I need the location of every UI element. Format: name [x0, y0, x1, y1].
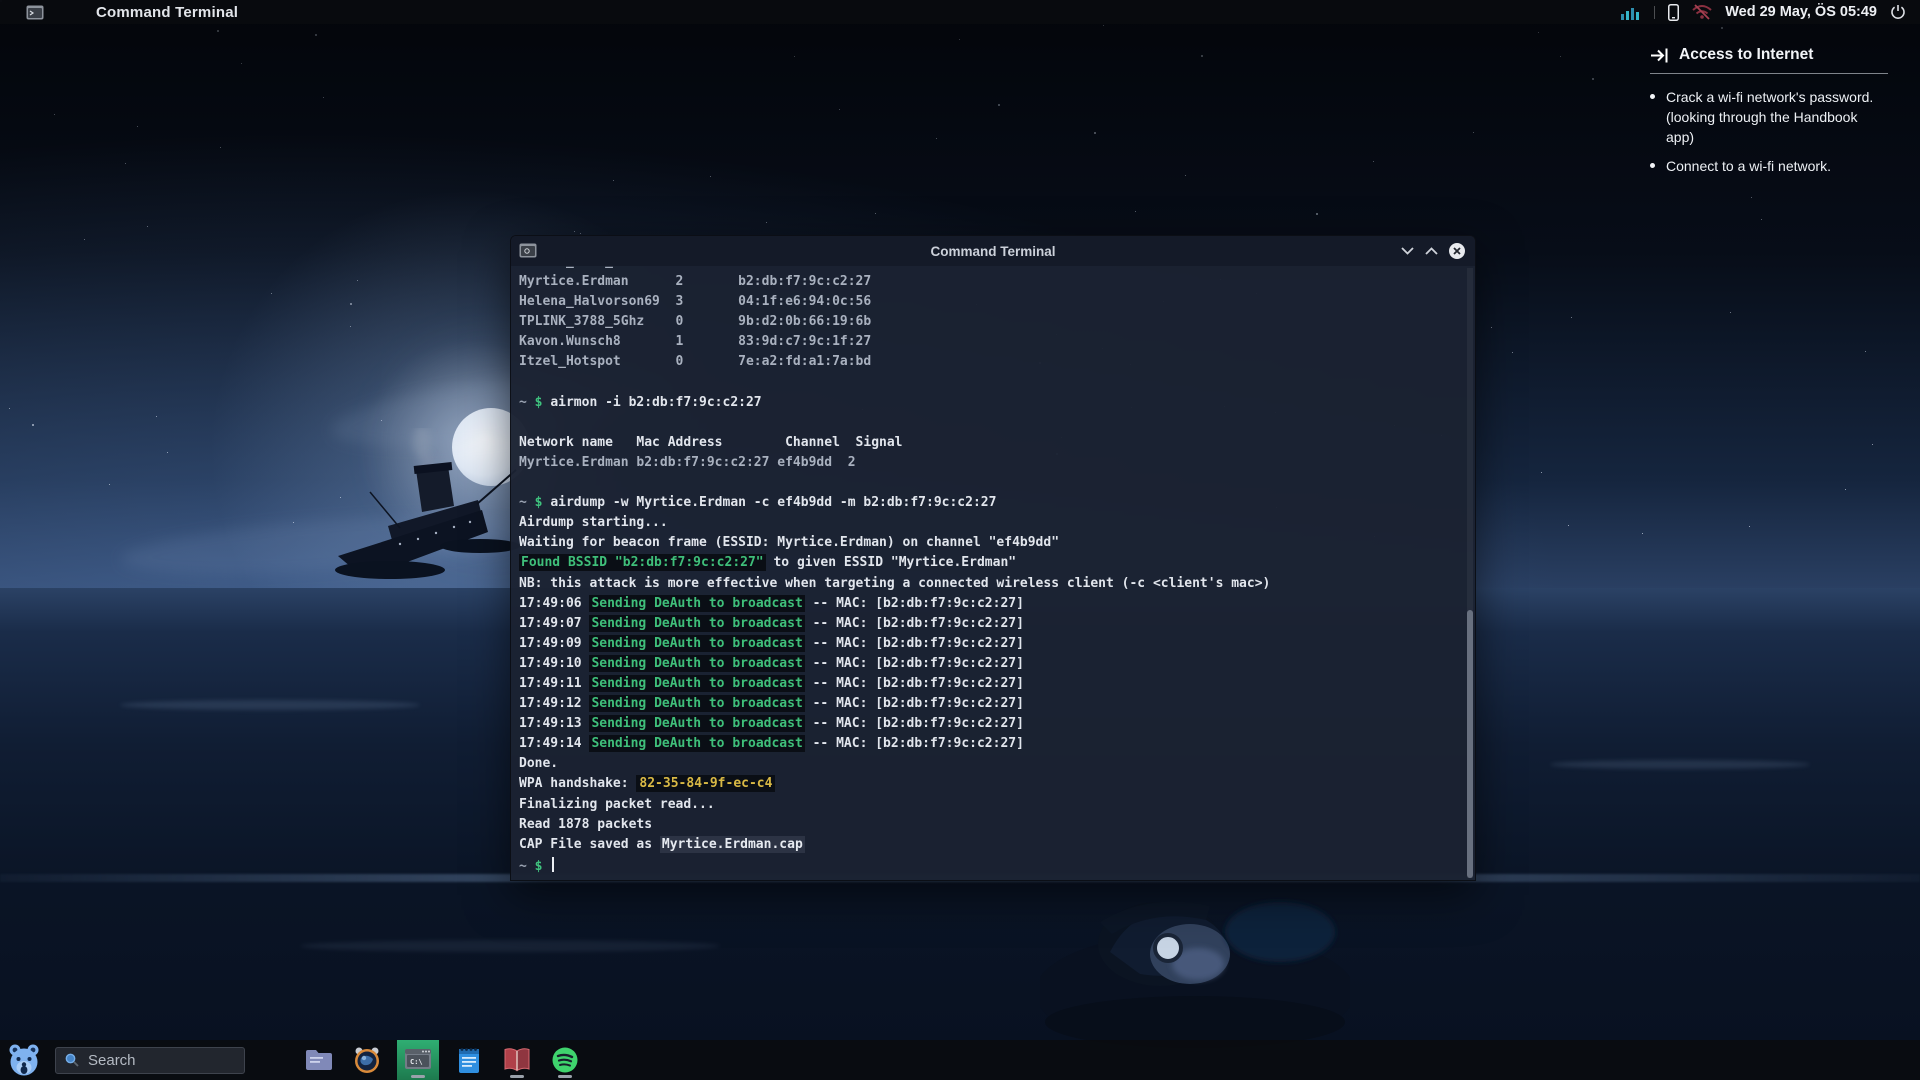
- terminal-line: Kavon.Wunsch8 1 83:9d:c7:9c:1f:27: [519, 334, 872, 350]
- terminal-line: Helena_Halvorson69 3 04:1f:e6:94:0c:56: [519, 294, 872, 310]
- terminal-line: ~ $ airmon -i b2:db:f7:9c:c2:27: [519, 394, 762, 410]
- terminal-line: TPLINK_3788_5Ghz 0 9b:d2:0b:66:19:6b: [519, 314, 872, 330]
- active-app-title: Command Terminal: [96, 3, 239, 21]
- objective-title: Access to Internet: [1679, 46, 1814, 63]
- folder-icon: [306, 1050, 332, 1070]
- terminal-line: 17:49:14 Sending DeAuth to broadcast -- …: [519, 735, 1024, 753]
- bullet: [1650, 163, 1655, 168]
- power-icon[interactable]: [1890, 4, 1906, 20]
- window-title: Command Terminal: [930, 243, 1056, 259]
- running-indicator: [558, 1075, 572, 1078]
- clock: Wed 29 May, ÖS 05:49: [1725, 4, 1877, 20]
- scrollbar-track[interactable]: [1467, 268, 1473, 878]
- book-icon: [504, 1048, 530, 1072]
- terminal-line: Done.: [519, 756, 559, 772]
- terminal-titlebar[interactable]: Command Terminal: [511, 236, 1475, 266]
- divider: [1650, 73, 1888, 74]
- bullet: [1650, 94, 1655, 99]
- terminal-line: Waiting for beacon frame (ESSID: Myrtice…: [519, 535, 1060, 551]
- terminal-content[interactable]: TPLINK_4248_5Ghz 0 5a:b1:fe:c7:52:13Myrt…: [511, 266, 1475, 880]
- browser-icon: [355, 1047, 379, 1073]
- start-button[interactable]: [5, 1041, 43, 1079]
- terminal-line: Found BSSID "b2:db:f7:9c:c2:27" to given…: [519, 554, 1017, 572]
- terminal-glyph-label: C:\: [410, 1058, 423, 1066]
- terminal-line: 17:49:07 Sending DeAuth to broadcast -- …: [519, 614, 1024, 632]
- divider: [1654, 5, 1656, 19]
- terminal-line: TPLINK_4248_5Ghz 0 5a:b1:fe:c7:52:13: [519, 266, 1475, 274]
- taskbar-app-file-explorer[interactable]: [301, 1040, 337, 1080]
- taskbar-app-browser[interactable]: [349, 1040, 385, 1080]
- terminal-app-icon: C:\: [405, 1049, 431, 1069]
- terminal-line: Airdump starting...: [519, 515, 668, 531]
- wave-streak: [1550, 760, 1810, 769]
- taskbar-app-handbook[interactable]: [499, 1040, 535, 1080]
- chevron-up-icon[interactable]: [1425, 247, 1438, 255]
- taskbar-app-terminal[interactable]: C:\: [397, 1040, 439, 1080]
- search-placeholder: Search: [88, 1051, 136, 1069]
- objective-text: Crack a wi-fi network's password. (looki…: [1666, 89, 1874, 145]
- taskbar: Search C:\: [0, 1040, 1920, 1080]
- objective-panel: Access to Internet Crack a wi-fi network…: [1650, 46, 1902, 185]
- terminal-line: CAP File saved as Myrtice.Erdman.cap: [519, 835, 805, 853]
- notepad-icon: [459, 1048, 479, 1073]
- terminal-line: WPA handshake: 82-35-84-9f-ec-c4: [519, 775, 1475, 796]
- terminal-line: ~ $ airdump -w Myrtice.Erdman -c ef4b9dd…: [519, 495, 997, 511]
- terminal-line: 17:49:10 Sending DeAuth to broadcast -- …: [519, 654, 1024, 672]
- objective-item: Connect to a wi-fi network.: [1650, 156, 1902, 176]
- bear-start-icon: [9, 1044, 39, 1076]
- terminal-line: Itzel_Hotspot 0 7e:a2:fd:a1:7a:bd: [519, 354, 872, 370]
- swimmer: [1040, 901, 1350, 1052]
- running-indicator: [510, 1075, 524, 1078]
- terminal-icon: [26, 5, 44, 19]
- chevron-down-icon[interactable]: [1401, 247, 1414, 255]
- wave-streak: [300, 940, 720, 952]
- terminal-line: Finalizing packet read...: [519, 796, 715, 812]
- wave-streak: [120, 700, 420, 710]
- terminal-line: NB: this attack is more effective when t…: [519, 575, 1271, 591]
- terminal-line: 17:49:06 Sending DeAuth to broadcast -- …: [519, 594, 1024, 612]
- terminal-line: Read 1878 packets: [519, 816, 653, 832]
- scrollbar-thumb[interactable]: [1467, 609, 1473, 878]
- terminal-line: Network name Mac Address Channel Signal: [519, 434, 903, 450]
- smartphone-icon[interactable]: [1668, 3, 1680, 21]
- terminal-window: Command Terminal TPLINK_4248_5Ghz 0 5a:b…: [510, 235, 1476, 881]
- objective-text: Connect to a wi-fi network.: [1666, 158, 1831, 174]
- close-icon[interactable]: [1449, 243, 1465, 259]
- terminal-icon: [519, 243, 537, 258]
- terminal-line: ~ $: [519, 856, 1475, 877]
- terminal-lines: TPLINK_4248_5Ghz 0 5a:b1:fe:c7:52:13Myrt…: [519, 266, 1475, 877]
- menubar: Command Terminal Wed 29 May, ÖS 05:49: [0, 0, 1920, 24]
- objective-list: Crack a wi-fi network's password. (looki…: [1650, 87, 1902, 176]
- music-player-icon: [552, 1047, 578, 1073]
- taskbar-app-music-player[interactable]: [547, 1040, 583, 1080]
- taskbar-apps: C:\: [301, 1040, 583, 1080]
- signal-bars-icon[interactable]: [1621, 5, 1641, 20]
- terminal-line: 17:49:13 Sending DeAuth to broadcast -- …: [519, 715, 1024, 733]
- taskbar-app-notepad[interactable]: [451, 1040, 487, 1080]
- objective-item: Crack a wi-fi network's password. (looki…: [1650, 87, 1902, 147]
- search-icon: [65, 1053, 79, 1067]
- terminal-line: Myrtice.Erdman b2:db:f7:9c:c2:27 ef4b9dd…: [519, 454, 856, 470]
- terminal-line: 17:49:11 Sending DeAuth to broadcast -- …: [519, 674, 1024, 692]
- terminal-line: 17:49:09 Sending DeAuth to broadcast -- …: [519, 634, 1024, 652]
- wifi-off-icon[interactable]: [1692, 4, 1712, 20]
- running-indicator: [411, 1075, 425, 1078]
- search-input[interactable]: Search: [55, 1046, 245, 1074]
- terminal-line: 17:49:12 Sending DeAuth to broadcast -- …: [519, 695, 1024, 713]
- login-arrow-icon: [1651, 48, 1668, 62]
- terminal-line: Myrtice.Erdman 2 b2:db:f7:9c:c2:27: [519, 274, 872, 290]
